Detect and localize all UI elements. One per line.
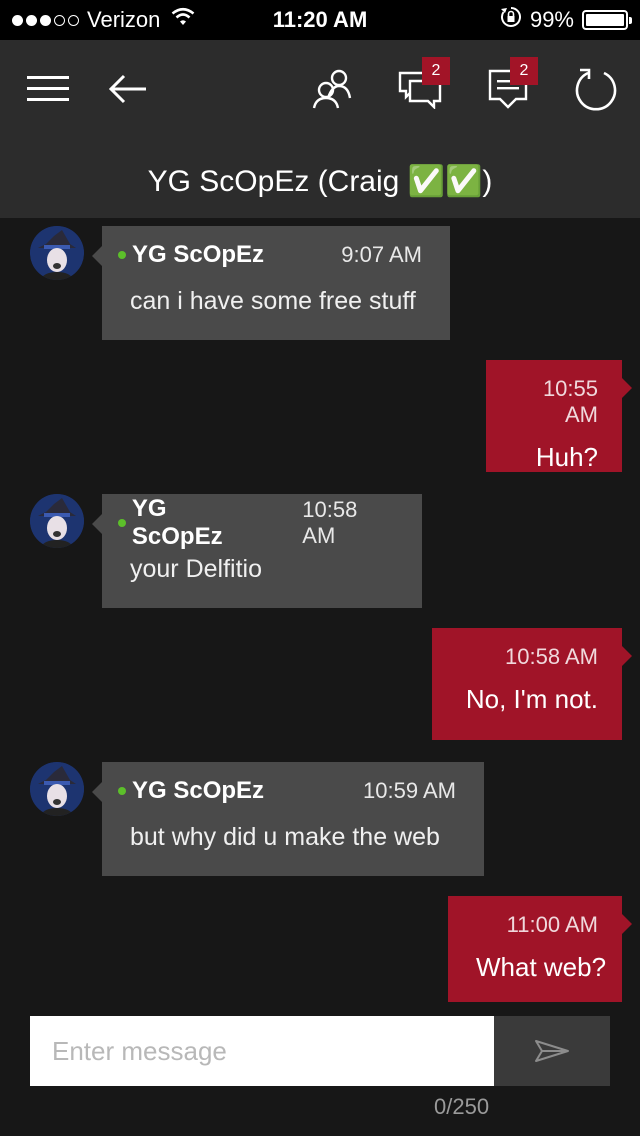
message-bubble-outgoing[interactable]: 10:55 AM Huh?	[486, 360, 632, 472]
refresh-icon[interactable]	[572, 65, 620, 113]
message-list[interactable]: YG ScOpEz 9:07 AM can i have some free s…	[0, 218, 640, 1136]
message-sender: YG ScOpEz	[118, 241, 264, 269]
message-bubble-incoming[interactable]: YG ScOpEz 9:07 AM can i have some free s…	[92, 226, 450, 340]
conversation-title: YG ScOpEz (Craig ✅✅)	[147, 165, 493, 198]
message-text: your Delfitio	[130, 555, 262, 583]
message-input[interactable]	[30, 1016, 494, 1086]
message-bubble-outgoing[interactable]: 10:58 AM No, I'm not.	[432, 628, 632, 740]
friends-icon[interactable]	[308, 65, 356, 113]
status-bar: Verizon 11:20 AM 99%	[0, 0, 640, 40]
message-text: No, I'm not.	[465, 684, 598, 714]
battery-level	[586, 14, 624, 26]
message-text: can i have some free stuff	[130, 287, 416, 315]
rotation-lock-icon	[500, 6, 522, 34]
battery-icon	[582, 10, 632, 30]
message-sender: YG ScOpEz	[118, 777, 264, 805]
message-time: 9:07 AM	[341, 242, 422, 267]
messages-badge: 2	[510, 57, 538, 85]
menu-icon[interactable]	[24, 65, 72, 113]
message-bubble-incoming[interactable]: YG ScOpEz 10:59 AM but why did u make th…	[92, 762, 484, 876]
message-time: 10:58 AM	[505, 644, 598, 669]
message-text: Huh?	[535, 442, 598, 472]
message-bubble-incoming[interactable]: YG ScOpEz 10:58 AM your Delfitio	[92, 494, 422, 608]
avatar[interactable]	[30, 494, 84, 548]
send-icon	[535, 1040, 569, 1062]
message-time: 10:55 AM	[542, 376, 598, 427]
message-header: YG ScOpEz 10:59 AM	[118, 776, 456, 806]
messages-icon[interactable]: 2	[484, 57, 538, 113]
message-time: 10:59 AM	[363, 778, 456, 803]
avatar[interactable]	[30, 762, 84, 816]
send-button[interactable]	[494, 1016, 610, 1086]
battery-percent: 99%	[529, 7, 574, 32]
online-status-icon	[118, 787, 126, 795]
status-right: 99%	[500, 0, 632, 40]
message-sender: YG ScOpEz	[118, 495, 262, 551]
nav-bar: 2 2	[0, 40, 640, 138]
avatar[interactable]	[30, 226, 84, 280]
online-status-icon	[118, 519, 126, 527]
conversation-header: YG ScOpEz (Craig ✅✅)	[0, 138, 640, 218]
message-time: 10:58 AM	[302, 497, 358, 548]
character-counter: 0/250	[434, 1094, 490, 1119]
back-arrow-icon[interactable]	[104, 65, 152, 113]
message-time: 11:00 AM	[506, 912, 598, 937]
online-status-icon	[118, 251, 126, 259]
message-text: but why did u make the web	[130, 823, 440, 851]
message-header: YG ScOpEz 9:07 AM	[118, 240, 422, 270]
message-text: What web?	[476, 952, 607, 982]
conversations-badge: 2	[422, 57, 450, 85]
message-bubble-outgoing[interactable]: 11:00 AM What web?	[448, 896, 632, 1002]
conversations-icon[interactable]: 2	[396, 57, 450, 113]
message-header: YG ScOpEz 10:58 AM	[118, 495, 394, 550]
